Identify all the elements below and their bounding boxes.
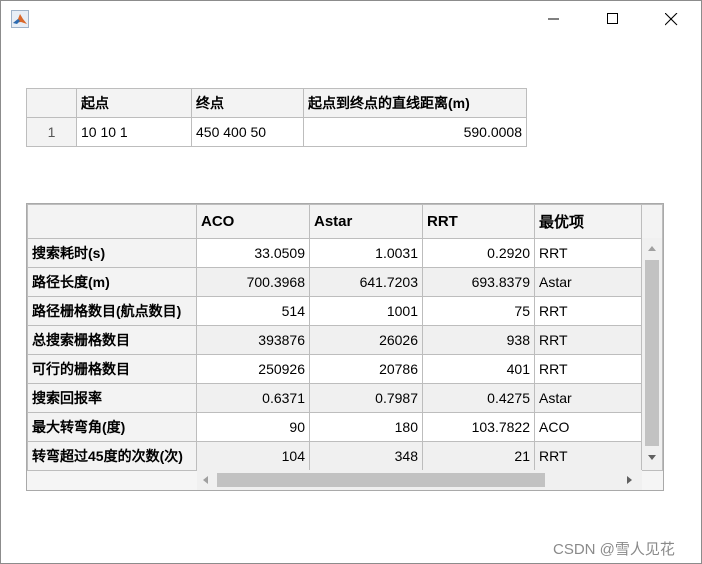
corner-header (26, 88, 77, 118)
cell-distance[interactable]: 590.0008 (303, 117, 527, 147)
column-header-best[interactable]: 最优项 (534, 204, 642, 239)
cell-rrt[interactable]: 693.8379 (422, 267, 535, 297)
table-row: 路径长度(m) 700.3968 641.7203 693.8379 Astar (27, 267, 663, 297)
cell-aco[interactable]: 514 (196, 296, 310, 326)
table-row: 搜索耗时(s) 33.0509 1.0031 0.2920 RRT (27, 238, 663, 268)
minimize-icon (548, 18, 559, 20)
cell-aco[interactable]: 393876 (196, 325, 310, 355)
cell-astar[interactable]: 180 (309, 412, 423, 442)
watermark-text: CSDN @雪人见花 (553, 541, 675, 558)
cell-rrt[interactable]: 103.7822 (422, 412, 535, 442)
cell-best[interactable]: RRT (534, 325, 642, 355)
column-header-end[interactable]: 终点 (191, 88, 304, 118)
column-header-rrt[interactable]: RRT (422, 204, 535, 239)
cell-rrt[interactable]: 21 (422, 441, 535, 471)
row-header: 搜索耗时(s) (27, 238, 197, 268)
comparison-grid: ACO Astar RRT 最优项 搜索耗时(s) 33.0509 1.0031… (27, 204, 663, 471)
row-index: 1 (26, 117, 77, 147)
vertical-scrollbar[interactable] (642, 238, 662, 470)
cell-rrt[interactable]: 938 (422, 325, 535, 355)
cell-astar[interactable]: 26026 (309, 325, 423, 355)
cell-end[interactable]: 450 400 50 (191, 117, 304, 147)
cell-aco[interactable]: 250926 (196, 354, 310, 384)
cell-best[interactable]: RRT (534, 441, 642, 471)
maximize-button[interactable] (590, 1, 636, 37)
algorithm-comparison-table: ACO Astar RRT 最优项 搜索耗时(s) 33.0509 1.0031… (26, 203, 664, 491)
minimize-button[interactable] (531, 1, 577, 37)
column-header-astar[interactable]: Astar (309, 204, 423, 239)
cell-rrt[interactable]: 75 (422, 296, 535, 326)
cell-best[interactable]: ACO (534, 412, 642, 442)
cell-rrt[interactable]: 401 (422, 354, 535, 384)
cell-aco[interactable]: 90 (196, 412, 310, 442)
column-header-distance[interactable]: 起点到终点的直线距离(m) (303, 88, 527, 118)
cell-best[interactable]: RRT (534, 354, 642, 384)
cell-astar[interactable]: 348 (309, 441, 423, 471)
cell-aco[interactable]: 700.3968 (196, 267, 310, 297)
cell-best[interactable]: RRT (534, 296, 642, 326)
horizontal-scrollbar[interactable] (197, 470, 642, 490)
row-header: 转弯超过45度的次数(次) (27, 441, 197, 471)
table-row: 可行的栅格数目 250926 20786 401 RRT (27, 354, 663, 384)
scroll-down-arrow-icon[interactable] (648, 455, 656, 461)
matlab-icon (11, 10, 29, 28)
cell-best[interactable]: Astar (534, 267, 642, 297)
cell-rrt[interactable]: 0.2920 (422, 238, 535, 268)
row-header: 路径栅格数目(航点数目) (27, 296, 197, 326)
vertical-scroll-thumb[interactable] (645, 260, 659, 446)
table-row: 总搜索栅格数目 393876 26026 938 RRT (27, 325, 663, 355)
cell-best[interactable]: RRT (534, 238, 642, 268)
title-bar (1, 1, 701, 37)
cell-astar[interactable]: 641.7203 (309, 267, 423, 297)
close-icon (664, 12, 677, 25)
cell-astar[interactable]: 20786 (309, 354, 423, 384)
row-header: 搜索回报率 (27, 383, 197, 413)
table-row: 最大转弯角(度) 90 180 103.7822 ACO (27, 412, 663, 442)
scroll-left-arrow-icon[interactable] (203, 476, 209, 484)
cell-aco[interactable]: 104 (196, 441, 310, 471)
column-header-filler (641, 204, 663, 239)
maximize-icon (607, 13, 618, 24)
table-row: 路径栅格数目(航点数目) 514 1001 75 RRT (27, 296, 663, 326)
cell-best[interactable]: Astar (534, 383, 642, 413)
table-header-row: 起点 终点 起点到终点的直线距离(m) (26, 88, 527, 118)
cell-rrt[interactable]: 0.4275 (422, 383, 535, 413)
row-header: 总搜索栅格数目 (27, 325, 197, 355)
close-button[interactable] (648, 1, 694, 37)
cell-aco[interactable]: 33.0509 (196, 238, 310, 268)
cell-astar[interactable]: 0.7987 (309, 383, 423, 413)
cell-aco[interactable]: 0.6371 (196, 383, 310, 413)
row-header: 可行的栅格数目 (27, 354, 197, 384)
column-header-aco[interactable]: ACO (196, 204, 310, 239)
table-row: 转弯超过45度的次数(次) 104 348 21 RRT (27, 441, 663, 471)
horizontal-scroll-thumb[interactable] (217, 473, 545, 487)
scroll-right-arrow-icon[interactable] (627, 476, 633, 484)
row-header: 最大转弯角(度) (27, 412, 197, 442)
cell-start[interactable]: 10 10 1 (76, 117, 192, 147)
figure-window: 起点 终点 起点到终点的直线距离(m) 1 10 10 1 450 400 50… (0, 0, 702, 564)
table-header-row: ACO Astar RRT 最优项 (27, 204, 663, 239)
cell-astar[interactable]: 1.0031 (309, 238, 423, 268)
scroll-up-arrow-icon[interactable] (648, 246, 656, 252)
row-header: 路径长度(m) (27, 267, 197, 297)
column-header-start[interactable]: 起点 (76, 88, 192, 118)
table-row: 1 10 10 1 450 400 50 590.0008 (26, 117, 527, 147)
route-info-table: 起点 终点 起点到终点的直线距离(m) 1 10 10 1 450 400 50… (26, 88, 527, 147)
cell-astar[interactable]: 1001 (309, 296, 423, 326)
table-row: 搜索回报率 0.6371 0.7987 0.4275 Astar (27, 383, 663, 413)
corner-header (27, 204, 197, 239)
